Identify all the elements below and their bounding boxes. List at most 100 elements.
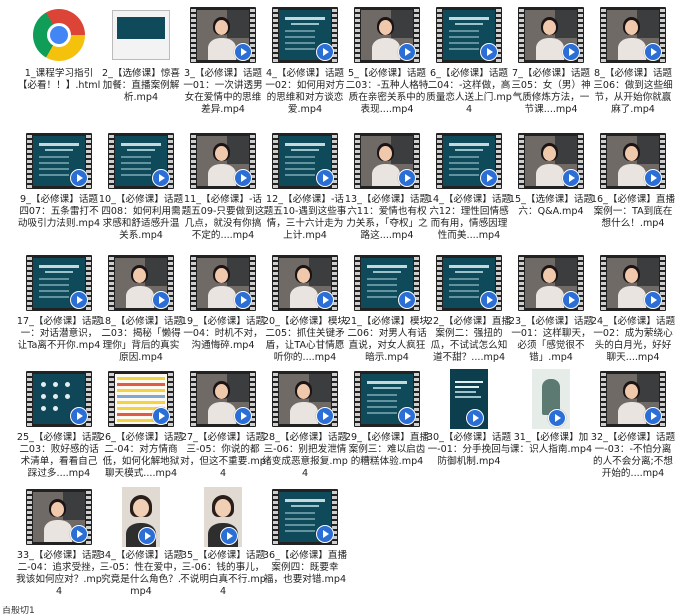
file-name: 11_【必修课】-话题五09-只要做到这几点，就没有你搞不定的....mp4 [181,194,265,241]
file-item[interactable]: 12_【必修课】-话题五10-遇到这些事情，三十六计走为上计.mp4 [264,130,346,248]
file-name: 20_【必修课】模块二05：抓住关键矛盾，让TA心甘情愿听你的....mp4 [262,316,348,363]
file-item[interactable]: 14_【必修课】话题六12：理性回情感而有用，情感因理性而美....mp4 [426,130,512,248]
file-item[interactable]: 4_【必修课】话题一02：如何用对方的思维和对方谈恋爱.mp4 [264,4,346,122]
slide-text-line [449,42,479,44]
chrome-icon [33,9,85,61]
file-thumbnail [100,368,182,430]
file-thumbnail [182,130,264,192]
file-item[interactable]: 9_【必修课】话题四07：五条雷打不动吸引力法则.mp4 [18,130,100,248]
file-item[interactable]: 23_【必修课】话题一01：这样聊天，必须「感觉很不错」.mp4 [509,252,593,370]
file-item[interactable]: 19_【必修课】话题一04：时机不对，沟通悔碎.mp4 [180,252,266,370]
background-wall [555,10,577,38]
file-item[interactable]: 5_【必修课】话题二03：-五种人格特质在亲密关系中的表现....mp4 [346,4,428,122]
slide-text-line [285,174,315,176]
person-body [290,402,318,424]
slide-title-bar [367,381,407,384]
slide-text-line [39,296,69,298]
file-item[interactable]: 1_课程学习指引【必看！！】.html [18,4,100,122]
file-item[interactable]: 36_【必修课】直播案例四：既要幸福，也要对错.mp4 [263,486,347,604]
video-thumbnail [354,7,420,63]
slide-text-line [39,278,69,280]
slide-subtitle-bar [455,23,483,25]
play-icon [316,525,334,543]
slide-text-line [449,278,479,280]
play-icon [480,43,498,61]
video-thumbnail [272,489,338,545]
file-item[interactable]: 2_【选修课】惊喜加餐：直播案例解析.mp4 [100,4,182,122]
file-item[interactable]: 20_【必修课】模块二05：抓住关键矛盾，让TA心甘情愿听你的....mp4 [262,252,348,370]
play-icon [220,527,238,545]
file-item[interactable]: 35_【必修课】话题三-06：钱的事儿，不说明白真不行.mp4 [180,486,266,604]
play-icon [70,291,88,309]
file-item[interactable]: 13_【必修课】话题六11：爱情也有权力关系，「夺权」之路这....mp4 [345,130,429,248]
file-item[interactable]: 32_【必修课】话题一-03：-不怕分离的人不会分离;不想开始的....mp4 [591,368,675,486]
file-item[interactable]: 31_【必修课】加课：识人指南.mp4 [510,368,592,486]
person-body [618,402,646,424]
slide-title-bar [285,143,325,146]
file-item[interactable]: 22_【必修课】直播案例二：强扭的瓜，不试试怎么知道不甜？....mp4 [427,252,511,370]
file-name: 19_【必修课】话题一04：时机不对，沟通悔碎.mp4 [180,316,266,351]
video-thumbnail [600,133,666,189]
file-name: 21_【必修课】模块二06：对男人有话直说，对女人疯狂暗示.mp4 [344,316,430,363]
file-item[interactable]: 25_【必修课】话题二03：败好感的话术清单，看看自己踩过多....mp4 [16,368,102,486]
file-item[interactable]: 33_【必修课】话题二-04：追求受挫，我该如何应对？.mp4 [16,486,102,604]
file-item[interactable]: 7_【必修课】话题三05：女（男）神气质修炼方法，一节课....mp4 [510,4,592,122]
slide-text-line [367,394,397,396]
file-item[interactable]: 29_【必修课】直播案例三：难以启齿的糟糕体验.mp4 [345,368,429,486]
file-name: 14_【必修课】话题六12：理性回情感而有用，情感因理性而美....mp4 [426,194,512,241]
file-item[interactable]: 34_【必修课】话题三-05：性在爱中，究竟是什么角色？.mp4 [99,486,183,604]
file-item[interactable]: 27_【必修课】话题三-05：你说的都对，但这不重要.mp4 [180,368,266,486]
file-item[interactable]: 15_【选修课】话题六：Q&A.mp4 [508,130,594,248]
play-icon [398,43,416,61]
slide-text-line [449,296,479,298]
slide-text-line [367,296,397,298]
file-item[interactable]: 21_【必修课】模块二06：对男人有话直说，对女人疯狂暗示.mp4 [344,252,430,370]
video-thumbnail [108,371,174,427]
video-icon [204,487,242,547]
file-item[interactable]: 8_【必修课】话题三06：做到这些细节，从开始你就赢麻了.mp4 [592,4,674,122]
file-item[interactable]: 30_【必修课】话题一-01：分手挽回与防御机制.mp4 [426,368,512,486]
file-name: 25_【必修课】话题二03：败好感的话术清单，看看自己踩过多....mp4 [16,432,102,479]
slide-dot [65,394,70,399]
file-item[interactable]: 28_【必修课】话题三-06：别把发泄情绪变成恶意报复.mp4 [262,368,348,486]
file-name: 9_【必修课】话题四07：五条雷打不动吸引力法则.mp4 [17,194,101,229]
play-icon [70,169,88,187]
file-name: 35_【必修课】话题三-06：钱的事儿，不说明白真不行.mp4 [180,550,266,597]
slide-title-bar [39,265,79,268]
slide-subtitle-bar [455,271,483,273]
file-name: 28_【必修课】话题三-06：别把发泄情绪变成恶意报复.mp4 [262,432,348,479]
file-item[interactable]: 10_【必修课】话题四08：如何利用需求感和舒适感升温关系.mp4 [99,130,183,248]
slide-text-line [121,168,151,170]
file-thumbnail [182,252,264,314]
file-item[interactable]: 16_【必修课】直播案例一：TA到底在想什么！.mp4 [591,130,675,248]
file-thumbnail [592,130,674,192]
file-thumbnail [346,4,428,66]
slide-text-line [285,512,315,514]
video-thumbnail [190,371,256,427]
person-head [625,268,638,283]
file-name: 30_【必修课】话题一-01：分手挽回与防御机制.mp4 [426,432,512,467]
slide-text-line [455,386,479,388]
slide-text-line [39,284,69,286]
file-item[interactable]: 26_【必修课】话题二-04：对方情商低，如何化解地狱聊天模式....mp4 [99,368,183,486]
file-item[interactable]: 11_【必修课】-话题五09-只要做到这几点，就没有你搞不定的....mp4 [182,130,264,248]
slide-text-line [449,168,479,170]
file-name: 4_【必修课】话题一02：如何用对方的思维和对方谈恋爱.mp4 [265,68,345,115]
file-item[interactable]: 6_【必修课】话题二04：-这样做，高质量恋人送上门.mp4 [426,4,512,122]
file-item[interactable]: 3_【必修课】话题一01：一次讲透男女在爱情中的思维差异.mp4 [182,4,264,122]
file-thumbnail [182,486,264,548]
play-icon [234,169,252,187]
file-thumbnail [264,368,346,430]
file-item[interactable]: 18_【必修课】话题二03：揭秘「懒得理你」背后的真实原因.mp4 [99,252,183,370]
slide-title-bar [367,265,407,268]
file-name: 15_【选修课】话题六：Q&A.mp4 [508,194,594,217]
video-thumbnail [190,7,256,63]
file-name: 17_【必修课】话题一：对话潜意识，让Ta离不开你.mp4 [16,316,102,351]
play-icon [316,291,334,309]
video-thumbnail [436,255,502,311]
video-icon [122,487,160,547]
slide-text-line [367,406,397,408]
file-item[interactable]: 24_【必修课】话题一02：成为萦绕心头的白月光，好好聊天....mp4 [591,252,675,370]
file-item[interactable]: 17_【必修课】话题一：对话潜意识，让Ta离不开你.mp4 [16,252,102,370]
slide-subtitle-bar [455,149,483,151]
